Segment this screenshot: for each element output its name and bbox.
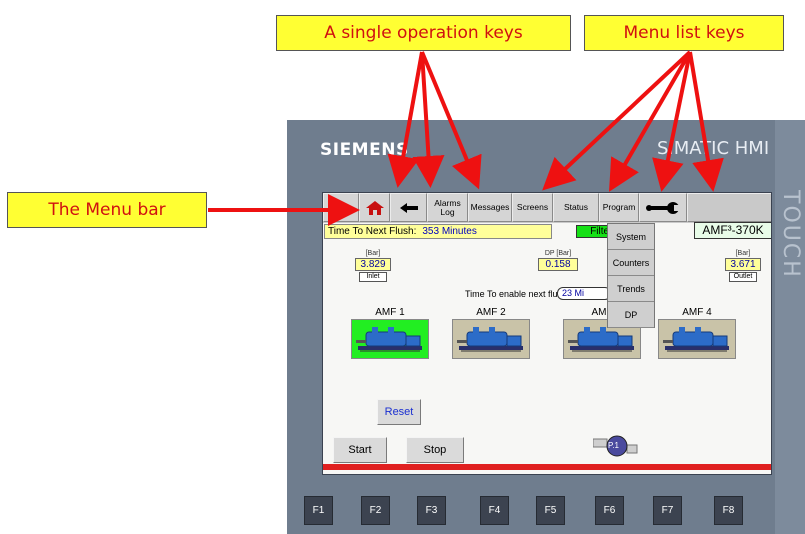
back-button[interactable] [390,193,427,222]
filter-unit-name: AMF 2 [476,307,506,318]
function-key-f1[interactable]: F1 [304,496,333,525]
status-button[interactable]: Status [553,193,599,222]
wrench-icon [646,201,680,214]
filter-unit[interactable]: AMF 1 [351,307,429,359]
hmi-screen: Alarms Log Messages Screens Status Progr… [322,192,772,475]
tools-button[interactable] [639,193,687,222]
outlet-gauge: [Bar] 3.671 Outlet [725,249,761,282]
outlet-unit: [Bar] [735,250,751,257]
menu-bar: Alarms Log Messages Screens Status Progr… [323,193,771,223]
status-menu-dp[interactable]: DP [608,302,654,328]
model-tag: AMF³-370K [694,222,771,239]
callout-menu-list: Menu list keys [584,15,784,51]
enable-flush-value: 23 Mi [557,287,611,300]
pump-icon[interactable]: P.1 [592,433,643,459]
function-key-f4[interactable]: F4 [480,496,509,525]
function-key-f3[interactable]: F3 [417,496,446,525]
function-key-f8[interactable]: F8 [714,496,743,525]
function-key-f5[interactable]: F5 [536,496,565,525]
status-line [323,464,771,470]
status-dropdown: System Counters Trends DP [607,223,655,328]
inlet-value: 3.829 [355,258,391,271]
callout-single-operation: A single operation keys [276,15,571,51]
outlet-label: Outlet [729,272,757,282]
home-button[interactable] [359,193,390,222]
filter-unit[interactable]: AMF 4 [658,307,736,359]
status-menu-trends[interactable]: Trends [608,276,654,302]
model-name: SIMATIC HMI [657,138,770,159]
outlet-value: 3.671 [725,258,761,271]
filter-unit-image [452,319,530,359]
menu-bar-spacer [687,193,771,222]
key-button[interactable] [323,193,359,222]
filter-unit-image [658,319,736,359]
start-button[interactable]: Start [333,437,387,463]
enable-flush-label: Time To enable next flush: [465,289,570,299]
touch-label: TOUCH [778,190,803,279]
left-arrow-icon [399,202,418,213]
function-key-f7[interactable]: F7 [653,496,682,525]
brand-logo: SIEMENS [320,140,409,160]
filter-unit-image [351,319,429,359]
reset-button[interactable]: Reset [377,399,421,425]
inlet-label: Inlet [359,272,387,282]
next-flush-label: Time To Next Flush: [328,226,417,237]
callout-menu-bar: The Menu bar [7,192,207,228]
status-menu-system[interactable]: System [608,224,654,250]
alarms-log-button[interactable]: Alarms Log [427,193,468,222]
dp-value: 0.158 [538,258,578,271]
filter-unit-name: AMF 4 [682,307,712,318]
key-icon [330,203,352,213]
filter-unit-name: AMF 1 [375,307,405,318]
stop-button[interactable]: Stop [406,437,464,463]
program-button[interactable]: Program [599,193,639,222]
inlet-gauge: [Bar] 3.829 Inlet [355,249,391,282]
dp-unit: DP [Bar] [544,250,572,257]
function-key-f2[interactable]: F2 [361,496,390,525]
inlet-unit: [Bar] [365,250,381,257]
hmi-panel: SIEMENS SIMATIC HMI TOUCH Alarms Log Mes… [287,120,805,534]
next-flush-value: 353 Minutes [422,226,477,237]
status-menu-counters[interactable]: Counters [608,250,654,276]
screens-button[interactable]: Screens [512,193,553,222]
dp-gauge: DP [Bar] 0.158 [538,249,578,271]
messages-button[interactable]: Messages [468,193,512,222]
home-icon [365,200,384,215]
filter-unit[interactable]: AMF 2 [452,307,530,359]
panel-side [775,120,805,534]
pump-label: P.1 [608,441,619,450]
next-flush-display: Time To Next Flush: 353 Minutes [324,224,552,239]
function-key-f6[interactable]: F6 [595,496,624,525]
